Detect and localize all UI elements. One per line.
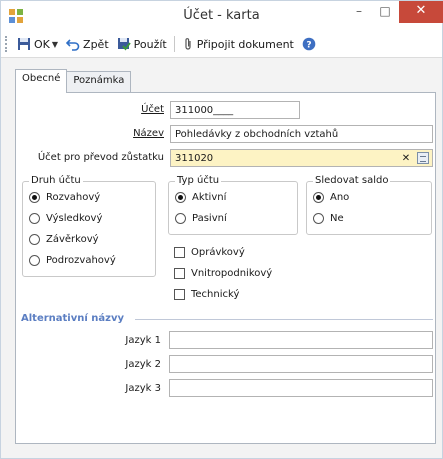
alt-names-heading: Alternativní názvy (21, 313, 125, 324)
druh-uctu-title: Druh účtu (29, 175, 83, 186)
checkbox-technicky-box (174, 289, 185, 300)
account-card-window: Účet - karta – □ ✕ OK ▼ Zpět Použít Přip… (0, 0, 443, 459)
nazev-input[interactable]: Pohledávky z obchodních vztahů (170, 125, 433, 143)
radio-ano[interactable]: Ano (313, 192, 349, 203)
checkbox-technicky[interactable]: Technický (174, 289, 239, 300)
ok-dropdown-icon[interactable]: ▼ (52, 40, 58, 49)
apply-label: Použít (133, 37, 167, 51)
checkbox-vnitropodnikovy-box (174, 268, 185, 279)
radio-vysledkovy-label: Výsledkový (46, 213, 103, 224)
radio-pasivni[interactable]: Pasivní (175, 213, 227, 224)
checkbox-opravkovy[interactable]: Oprávkový (174, 247, 245, 258)
ucet-input[interactable]: 311000____ (170, 101, 300, 119)
lookup-icon[interactable] (417, 152, 429, 164)
tab-strip: Obecné Poznámka (15, 69, 132, 93)
ok-button[interactable]: OK ▼ (13, 33, 62, 55)
prevod-value: 311020 (175, 153, 214, 164)
apply-save-icon (117, 38, 131, 51)
alt-names-divider (135, 319, 433, 320)
ucet-label: Účet (16, 104, 164, 115)
jazyk-1-input[interactable] (169, 331, 433, 349)
radio-ne-indicator (313, 213, 324, 224)
maximize-button[interactable]: □ (372, 1, 398, 23)
attach-document-button[interactable]: Připojit dokument (178, 33, 298, 55)
paperclip-icon (185, 38, 191, 50)
checkbox-technicky-label: Technický (191, 289, 240, 300)
tab-poznamka[interactable]: Poznámka (66, 71, 132, 93)
nazev-label-text: Název (133, 128, 164, 139)
radio-pasivni-indicator (175, 213, 186, 224)
radio-ano-indicator (313, 192, 324, 203)
clear-icon[interactable]: ✕ (400, 153, 412, 164)
toolbar: OK ▼ Zpět Použít Připojit dokument ? (1, 31, 442, 58)
jazyk-2-input[interactable] (169, 355, 433, 373)
radio-ano-label: Ano (330, 192, 350, 203)
back-button[interactable]: Zpět (62, 33, 113, 55)
radio-zaverkovy[interactable]: Závěrkový (29, 234, 99, 245)
back-label: Zpět (83, 37, 109, 51)
checkbox-vnitropodnikovy-label: Vnitropodnikový (191, 268, 273, 279)
radio-zaverkovy-label: Závěrkový (46, 234, 99, 245)
title-bar: Účet - karta – □ ✕ (1, 1, 443, 31)
toolbar-separator (173, 36, 175, 52)
checkbox-opravkovy-label: Oprávkový (191, 247, 245, 258)
jazyk-3-label: Jazyk 3 (125, 383, 161, 394)
svg-text:?: ? (306, 41, 311, 51)
ok-label: OK (34, 37, 50, 51)
toolbar-grip[interactable] (5, 36, 9, 52)
save-icon (18, 38, 30, 50)
radio-aktivni-indicator (175, 192, 186, 203)
radio-ne[interactable]: Ne (313, 213, 344, 224)
checkbox-vnitropodnikovy[interactable]: Vnitropodnikový (174, 268, 272, 279)
radio-podrozvahovy[interactable]: Podrozvahový (29, 255, 116, 266)
radio-rozvahovy-indicator (29, 192, 40, 203)
radio-zaverkovy-indicator (29, 234, 40, 245)
radio-rozvahovy-label: Rozvahový (46, 192, 101, 203)
sledovat-saldo-title: Sledovat saldo (313, 175, 391, 186)
radio-ne-label: Ne (330, 213, 344, 224)
sledovat-saldo-group: Sledovat saldo Ano Ne (306, 175, 432, 235)
typ-uctu-title: Typ účtu (175, 175, 222, 186)
attach-label: Připojit dokument (196, 37, 294, 51)
nazev-label: Název (16, 128, 164, 139)
jazyk-1-label: Jazyk 1 (125, 335, 161, 346)
undo-icon (66, 39, 80, 51)
help-icon: ? (302, 37, 316, 51)
minimize-button[interactable]: – (346, 1, 372, 23)
apply-button[interactable]: Použít (113, 33, 171, 55)
prevod-label: Účet pro převod zůstatku (37, 152, 164, 163)
prevod-input[interactable]: 311020 ✕ (170, 149, 433, 167)
close-button[interactable]: ✕ (399, 1, 443, 23)
radio-aktivni[interactable]: Aktivní (175, 192, 226, 203)
radio-rozvahovy[interactable]: Rozvahový (29, 192, 100, 203)
jazyk-3-input[interactable] (169, 379, 433, 397)
druh-uctu-group: Druh účtu Rozvahový Výsledkový Závěrkový… (22, 175, 156, 277)
radio-aktivni-label: Aktivní (192, 192, 227, 203)
typ-uctu-group: Typ účtu Aktivní Pasivní (168, 175, 298, 235)
radio-vysledkovy-indicator (29, 213, 40, 224)
radio-pasivni-label: Pasivní (192, 213, 227, 224)
radio-podrozvahovy-indicator (29, 255, 40, 266)
radio-vysledkovy[interactable]: Výsledkový (29, 213, 102, 224)
ucet-label-text: Účet (141, 104, 164, 115)
radio-podrozvahovy-label: Podrozvahový (46, 255, 116, 266)
tab-obecne[interactable]: Obecné (15, 69, 68, 93)
jazyk-2-label: Jazyk 2 (125, 359, 161, 370)
checkbox-opravkovy-box (174, 247, 185, 258)
help-button[interactable]: ? (298, 33, 323, 55)
